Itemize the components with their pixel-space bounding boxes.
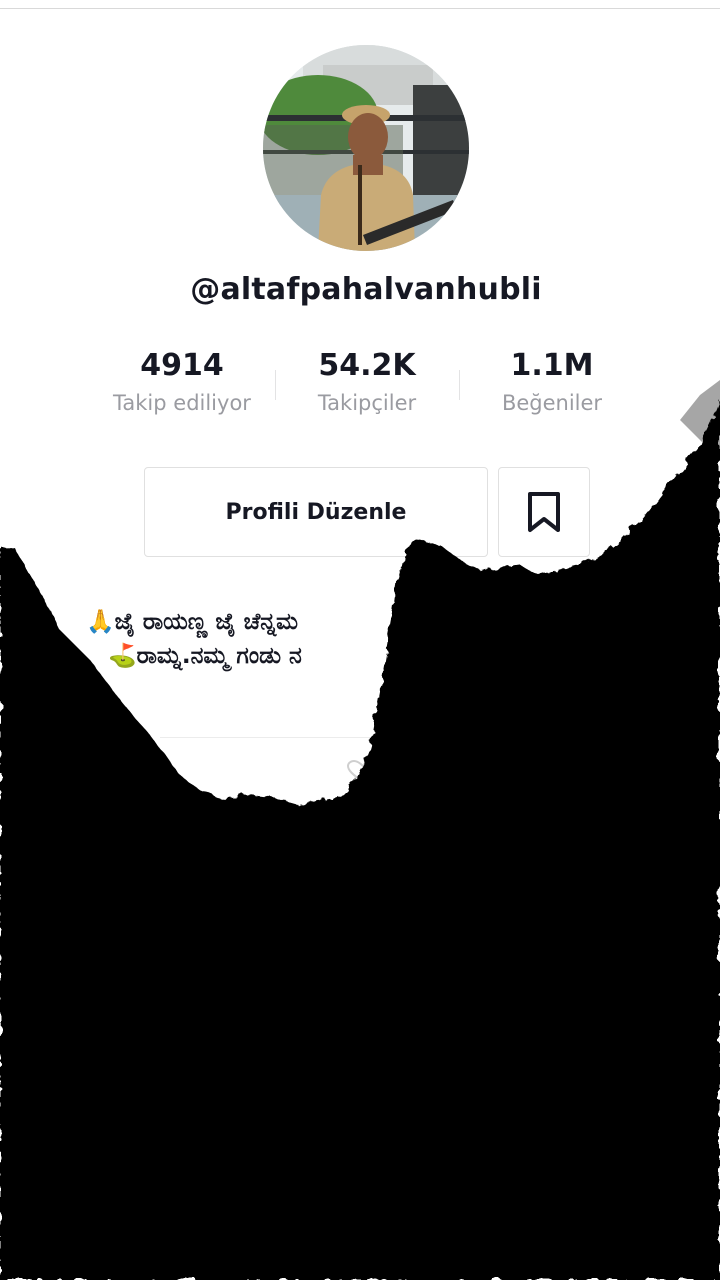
stat-likes[interactable]: 1.1M Beğeniler: [452, 345, 652, 415]
profile-avatar[interactable]: [263, 45, 469, 251]
stat-likes-count: 1.1M: [510, 348, 594, 383]
top-divider: [0, 8, 720, 9]
bookmark-button[interactable]: [498, 467, 590, 557]
avatar-photo: [263, 45, 469, 251]
stat-following-count: 4914: [140, 348, 224, 383]
stat-following-label: Takip ediliyor: [113, 391, 251, 415]
stat-likes-label: Beğeniler: [501, 391, 603, 415]
stat-following[interactable]: 4914 Takip ediliyor: [82, 345, 282, 415]
profile-bio: 🙏ಜೈ ರಾಯಣ್ಣ ಜೈ ಚೆನ್ನಮ ⛳ರಾಮ್ನ.ನಮ್ಮ ಗಂಡು ನ: [86, 605, 706, 673]
profile-username: @altafpahalvanhubli: [190, 272, 542, 307]
bookmark-icon: [528, 492, 560, 532]
edit-profile-button[interactable]: Profili Düzenle: [144, 467, 488, 557]
stat-followers[interactable]: 54.2K Takipçiler: [267, 345, 467, 415]
stat-followers-label: Takipçiler: [317, 391, 417, 415]
bio-line-2: ⛳ರಾಮ್ನ.ನಮ್ಮ ಗಂಡು ನ: [108, 643, 302, 669]
bio-line-1: 🙏ಜೈ ರಾಯಣ್ಣ ಜೈ ಚೆನ್ನಮ: [86, 609, 299, 635]
tab-divider: [160, 737, 560, 738]
heart-icon[interactable]: [346, 760, 380, 784]
stat-followers-count: 54.2K: [318, 348, 416, 383]
